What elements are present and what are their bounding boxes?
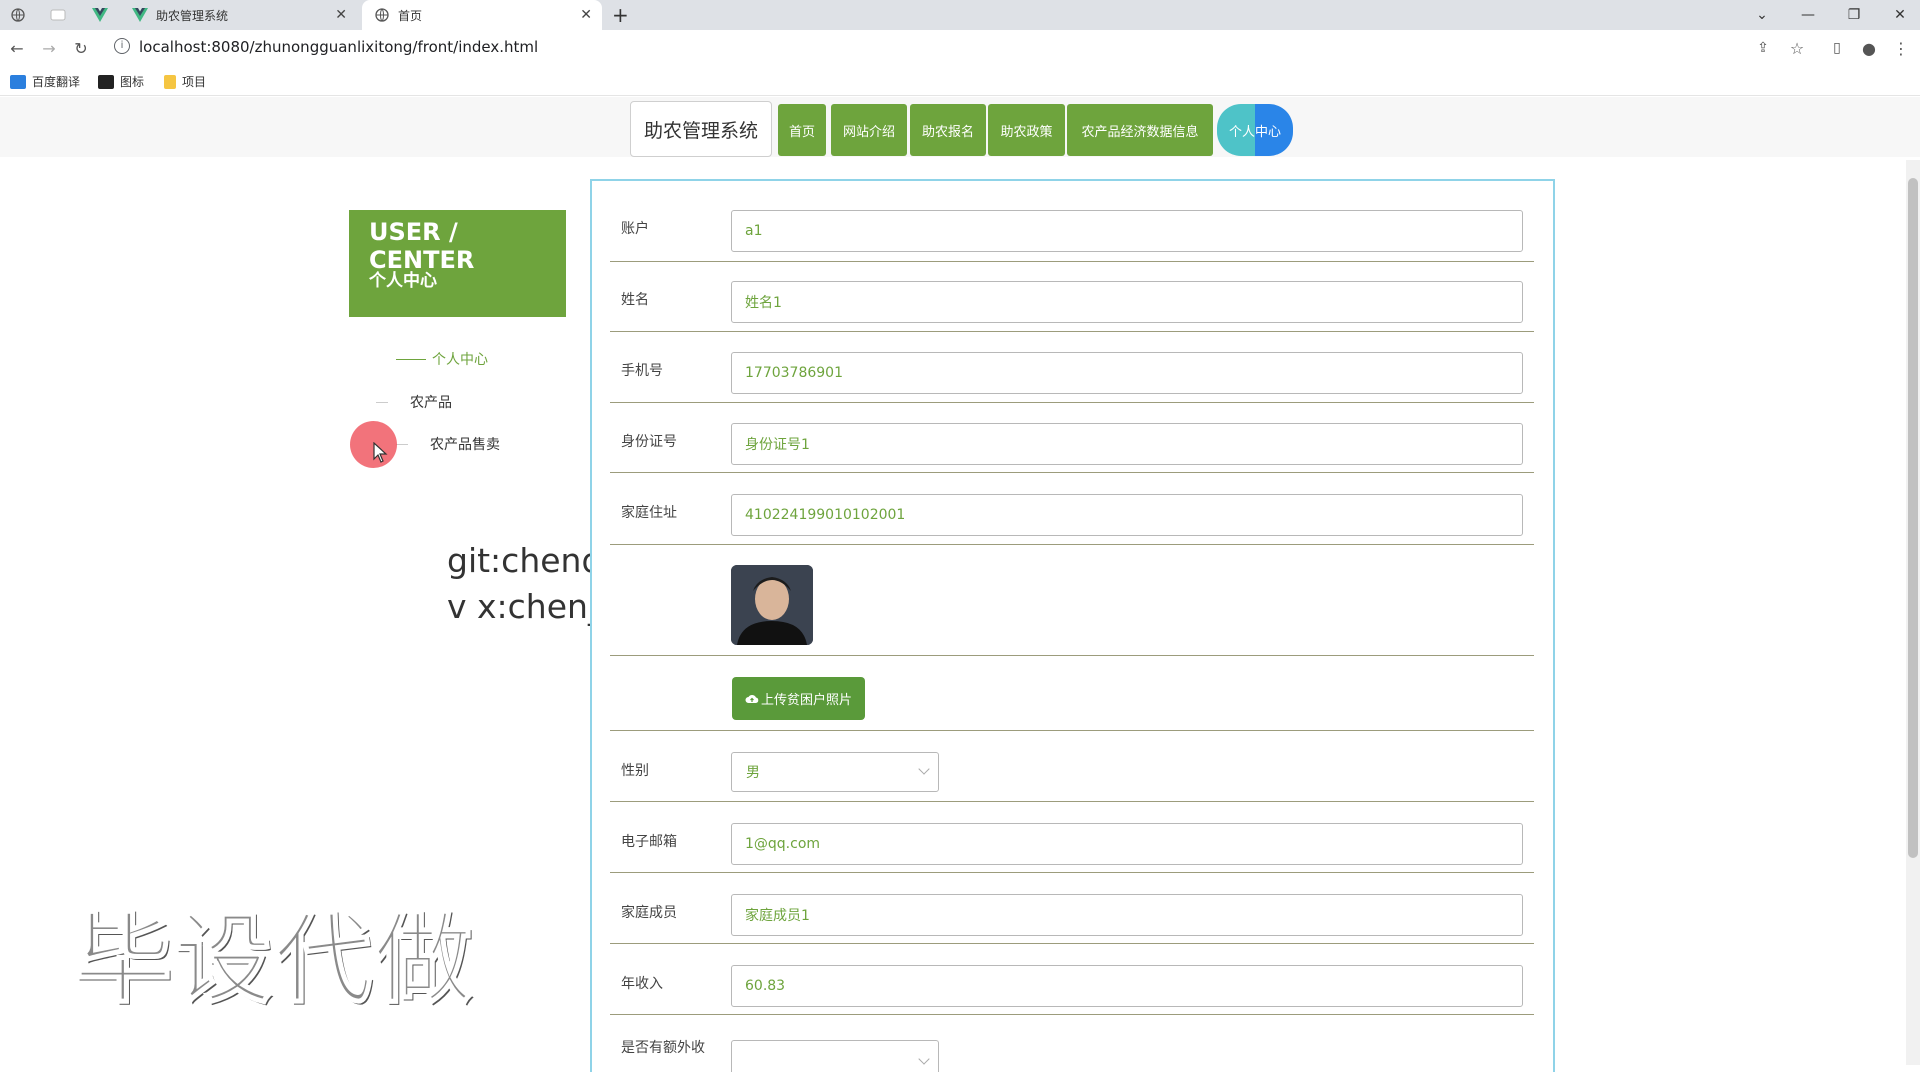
tab-label: 首页 — [398, 8, 423, 23]
blank-page-icon — [50, 7, 66, 23]
sidebar-item-label: 农产品售卖 — [430, 437, 500, 453]
sidebar-item-user-center[interactable]: 个人中心 — [396, 349, 488, 369]
bookmark-label: 百度翻译 — [32, 75, 81, 89]
bookmark-label: 项目 — [182, 75, 207, 89]
mouse-pointer-icon — [373, 442, 388, 463]
globe-icon — [10, 7, 26, 23]
scrollbar-thumb[interactable] — [1908, 178, 1918, 858]
bookmark-label: 图标 — [120, 75, 145, 89]
browser-tab[interactable] — [92, 0, 122, 30]
sidebar-item-products[interactable]: 农产品 — [376, 392, 452, 412]
dash-divider — [396, 358, 426, 360]
sidebar-item-label: 个人中心 — [432, 352, 488, 368]
sidebar-item-product-sales[interactable]: 农产品售卖 — [396, 434, 500, 454]
profile-icon[interactable]: ● — [1858, 37, 1880, 59]
phone-field[interactable]: 17703786901 — [731, 352, 1523, 394]
browser-tab-system[interactable]: 助农管理系统 ✕ — [132, 0, 357, 30]
nav-user-center[interactable]: 个人中心 — [1217, 104, 1293, 156]
bookmarks-bar: 百度翻译 图标 项目 — [0, 66, 1920, 96]
name-field[interactable]: 姓名1 — [731, 281, 1523, 323]
phone-label: 手机号 — [621, 363, 663, 379]
site-info-icon[interactable]: i — [114, 38, 130, 54]
minimize-icon[interactable]: — — [1788, 0, 1828, 30]
close-tab-icon[interactable]: ✕ — [580, 7, 592, 23]
menu-icon[interactable]: ⋮ — [1890, 37, 1912, 59]
chevron-down-icon — [918, 763, 930, 775]
gender-label: 性别 — [621, 763, 649, 779]
nav-signup[interactable]: 助农报名 — [910, 104, 986, 156]
upload-photo-button[interactable]: 上传贫困户照片 — [732, 677, 865, 720]
close-tab-icon[interactable]: ✕ — [335, 7, 347, 23]
user-center-subtitle: 个人中心 — [369, 271, 437, 291]
back-arrow-icon[interactable]: ← — [6, 37, 28, 59]
site-brand[interactable]: 助农管理系统 — [630, 101, 772, 157]
bookmark-item[interactable]: 项目 — [164, 73, 206, 90]
tab-search-chevron-icon[interactable]: ⌄ — [1742, 0, 1782, 30]
globe-icon — [374, 7, 390, 23]
dash-divider — [376, 401, 388, 403]
cloud-upload-icon — [745, 695, 759, 703]
idcard-field[interactable]: 身份证号1 — [731, 423, 1523, 465]
image-icon — [98, 74, 114, 89]
star-icon[interactable]: ☆ — [1786, 37, 1808, 59]
idcard-label: 身份证号 — [621, 434, 677, 450]
tab-label: 助农管理系统 — [156, 8, 229, 23]
browser-tab-home[interactable]: 首页 ✕ — [362, 0, 602, 30]
bookmark-item[interactable]: 图标 — [98, 73, 144, 90]
gender-selected-value: 男 — [746, 765, 760, 781]
user-center-banner: USER / CENTER 个人中心 — [349, 210, 566, 317]
family-label: 家庭成员 — [621, 905, 677, 921]
close-window-icon[interactable]: ✕ — [1880, 0, 1920, 30]
nav-policy[interactable]: 助农政策 — [988, 104, 1065, 156]
gender-select[interactable]: 男 — [731, 752, 939, 792]
account-label: 账户 — [621, 221, 649, 237]
forward-arrow-icon[interactable]: → — [38, 37, 60, 59]
dash-divider — [396, 443, 408, 445]
email-field[interactable]: 1@qq.com — [731, 823, 1523, 865]
translate-icon — [10, 74, 26, 89]
new-tab-button[interactable]: + — [612, 0, 636, 30]
extra-income-select[interactable] — [731, 1040, 939, 1072]
vue-logo-icon — [92, 7, 108, 23]
income-field[interactable]: 60.83 — [731, 965, 1523, 1007]
user-avatar-photo — [731, 565, 813, 645]
address-field[interactable]: 410224199010102001 — [731, 494, 1523, 536]
browser-tab-bar: 助农管理系统 ✕ 首页 ✕ + ⌄ — ❐ ✕ — [0, 0, 1920, 30]
nav-about[interactable]: 网站介绍 — [831, 104, 907, 156]
chevron-down-icon — [918, 1053, 930, 1065]
bookmark-item[interactable]: 百度翻译 — [10, 73, 80, 90]
nav-home[interactable]: 首页 — [778, 104, 826, 156]
name-label: 姓名 — [621, 292, 649, 308]
account-field[interactable]: a1 — [731, 210, 1523, 252]
watermark-banner: 毕设代做 — [73, 902, 475, 1018]
restore-icon[interactable]: ❐ — [1834, 0, 1874, 30]
address-bar[interactable]: localhost:8080/zhunongguanlixitong/front… — [139, 38, 538, 56]
browser-tab[interactable] — [50, 0, 80, 30]
folder-icon — [164, 74, 176, 89]
upload-button-label: 上传贫困户照片 — [760, 693, 852, 708]
nav-economic-data[interactable]: 农产品经济数据信息 — [1067, 104, 1213, 156]
browser-tab[interactable] — [10, 0, 40, 30]
extra-income-label: 是否有额外收 — [621, 1040, 705, 1056]
sidebar-item-label: 农产品 — [410, 395, 452, 411]
vue-logo-icon — [132, 7, 148, 23]
reload-icon[interactable]: ↻ — [70, 37, 92, 59]
share-icon[interactable]: ⇪ — [1752, 37, 1774, 59]
address-label: 家庭住址 — [621, 505, 677, 521]
email-label: 电子邮箱 — [621, 834, 677, 850]
family-field[interactable]: 家庭成员1 — [731, 894, 1523, 936]
income-label: 年收入 — [621, 976, 663, 992]
side-panel-icon[interactable]: ▯ — [1826, 37, 1848, 59]
